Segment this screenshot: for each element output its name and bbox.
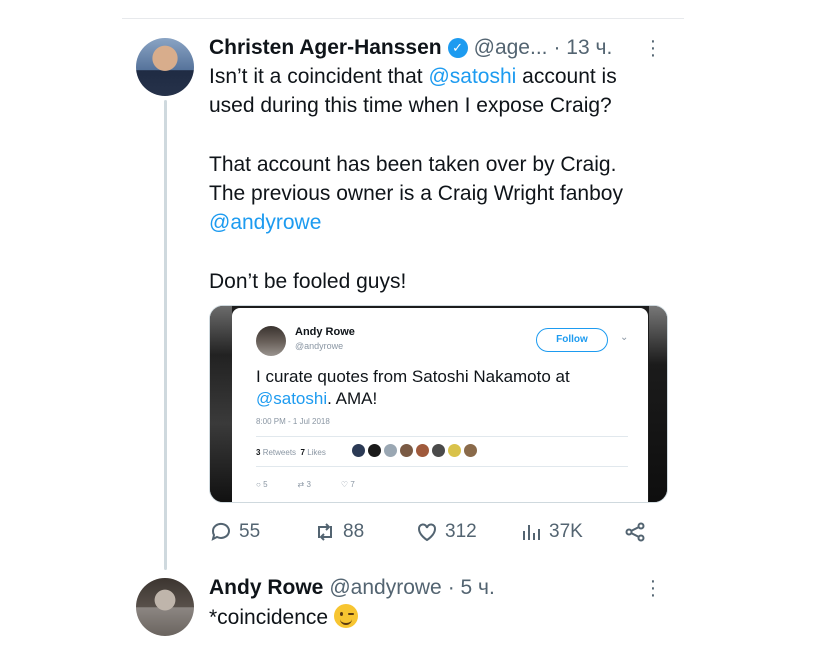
tweet2-author-name[interactable]: Andy Rowe <box>209 576 323 600</box>
heart-icon <box>418 523 436 542</box>
old-tweet-stats: 3 Retweets 7 Likes <box>256 448 326 457</box>
repost-button[interactable]: 88 <box>313 515 364 549</box>
old-likes-count: 7 <box>300 448 305 457</box>
reply-count: 55 <box>239 521 261 542</box>
old-tweet-text-after: . AMA! <box>327 389 378 408</box>
more-options-icon[interactable]: · · · <box>648 571 658 605</box>
liker-avatar <box>352 444 365 457</box>
old-retweet-action: ⇄ 3 <box>297 480 311 489</box>
top-divider <box>122 18 684 19</box>
more-options-icon[interactable]: · · · <box>648 31 658 65</box>
tweet1-line-5: @andyrowe <box>209 208 679 237</box>
liker-avatar <box>448 444 461 457</box>
tweet1-text: Isn’t it a coincident that <box>209 65 429 88</box>
avatar-christen[interactable] <box>136 38 194 96</box>
mention-satoshi-link[interactable]: @satoshi <box>428 65 516 88</box>
tweet1-line-1: Isn’t it a coincident that @satoshi acco… <box>209 62 679 91</box>
reply-button[interactable]: 55 <box>209 515 260 549</box>
avatar-andy-rowe[interactable] <box>136 578 194 636</box>
reply-icon <box>211 522 230 541</box>
tweet2-text-content: *coincidence <box>209 606 329 629</box>
old-tweet-text: I curate quotes from Satoshi Nakamoto at… <box>256 366 636 410</box>
like-button[interactable]: 312 <box>415 515 477 549</box>
tweet1-line-3: That account has been taken over by Crai… <box>209 153 617 176</box>
tweet2-header: Andy Rowe @andyrowe · 5 ч. <box>209 574 495 602</box>
tweet2-handle[interactable]: @andyrowe <box>329 576 441 600</box>
tweet1-line-4: The previous owner is a Craig Wright fan… <box>209 182 623 205</box>
tweet1-author-name[interactable]: Christen Ager-Hanssen <box>209 36 442 60</box>
tweet1-time[interactable]: · 13 ч. <box>553 36 612 60</box>
old-reply-action: ○ 5 <box>256 480 268 489</box>
tweet1-action-bar: 55 88 312 37K <box>209 515 659 549</box>
views-button[interactable]: 37K <box>519 515 583 549</box>
old-retweets-label: Retweets <box>262 448 297 457</box>
liker-avatar <box>400 444 413 457</box>
old-tweet-follow-button: Follow <box>536 328 608 352</box>
old-tweet-mention: @satoshi <box>256 389 328 408</box>
old-tweet-actions: ○ 5 ⇄ 3 ♡ 7 <box>256 480 355 489</box>
old-tweet-text-line1: I curate quotes from Satoshi Nakamoto at <box>256 367 570 386</box>
tweet1-handle[interactable]: @age... <box>474 36 548 60</box>
old-like-count: 7 <box>350 480 355 489</box>
liker-avatar <box>432 444 445 457</box>
old-retweet-count: 3 <box>306 480 311 489</box>
old-reply-count: 5 <box>263 480 268 489</box>
image-background-left <box>210 306 232 502</box>
thread-connector-line <box>164 100 167 570</box>
liker-avatar <box>384 444 397 457</box>
tweet1-line-6: Don’t be fooled guys! <box>209 270 407 293</box>
views-chart-icon <box>523 525 540 540</box>
liker-avatar <box>368 444 381 457</box>
repost-icon <box>318 523 332 541</box>
old-tweet-author-name: Andy Rowe <box>295 326 355 338</box>
tweet2-time[interactable]: · 5 ч. <box>448 576 495 600</box>
liker-avatar <box>416 444 429 457</box>
image-background-right <box>649 306 667 502</box>
liker-avatar <box>464 444 477 457</box>
liker-avatars <box>352 444 477 457</box>
views-count: 37K <box>549 521 583 542</box>
tweet2-text: *coincidence <box>209 603 679 632</box>
old-like-action: ♡ 7 <box>340 480 355 489</box>
old-tweet-card: Andy Rowe @andyrowe Follow ⌄ I curate qu… <box>232 308 648 502</box>
old-likes-label: Likes <box>307 448 326 457</box>
winking-face-icon <box>333 604 358 628</box>
tweet1-text: account is <box>516 65 617 88</box>
share-button[interactable] <box>623 515 647 549</box>
like-count: 312 <box>445 521 477 542</box>
old-tweet-avatar <box>256 326 286 356</box>
old-tweet-date: 8:00 PM - 1 Jul 2018 <box>256 417 330 426</box>
repost-count: 88 <box>343 521 365 542</box>
attached-screenshot-image[interactable]: Andy Rowe @andyrowe Follow ⌄ I curate qu… <box>209 305 668 503</box>
tweet1-header: Christen Ager-Hanssen ✓ @age... · 13 ч. <box>209 34 612 62</box>
old-tweet-divider <box>256 436 628 437</box>
mention-andyrowe-link[interactable]: @andyrowe <box>209 211 321 234</box>
chevron-down-icon: ⌄ <box>620 332 629 343</box>
share-icon <box>625 522 645 542</box>
tweet1-line-2: used during this time when I expose Crai… <box>209 94 612 117</box>
old-tweet-divider <box>256 466 628 467</box>
old-tweet-handle: @andyrowe <box>295 341 344 351</box>
verified-badge-icon: ✓ <box>447 38 468 58</box>
old-retweets-count: 3 <box>256 448 261 457</box>
